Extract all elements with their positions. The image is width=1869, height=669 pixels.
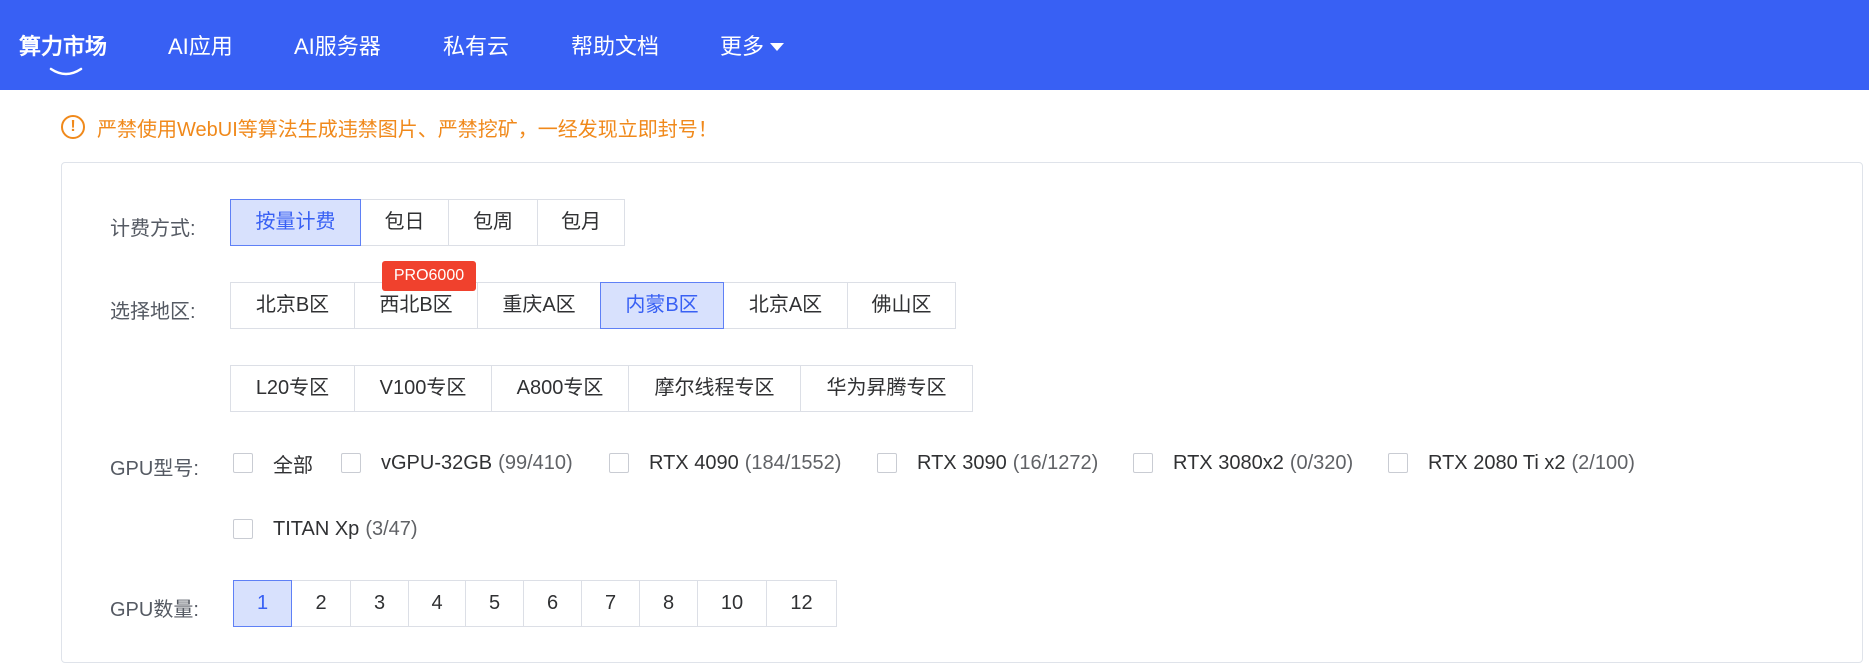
gpu-model-name: vGPU-32GB [381, 451, 493, 474]
gpu-model-checkbox-vgpu-32gb[interactable]: vGPU-32GB (99/410) [341, 448, 573, 478]
gpu-model-name: RTX 4090 [649, 451, 739, 474]
gpu-count-options: 1 2 3 4 5 6 7 8 10 12 [233, 580, 837, 627]
gpu-model-name: TITAN Xp [273, 517, 360, 540]
region-option-a800[interactable]: A800专区 [491, 365, 628, 412]
gpu-count-option-12[interactable]: 12 [766, 580, 837, 627]
region-option-l20[interactable]: L20专区 [230, 365, 354, 412]
gpu-count-option-8[interactable]: 8 [639, 580, 697, 627]
region-options-row1: 北京B区 西北B区 重庆A区 内蒙B区 北京A区 佛山区 [230, 282, 956, 329]
gpu-count-option-7[interactable]: 7 [581, 580, 639, 627]
billing-option-weekly[interactable]: 包周 [448, 199, 537, 246]
nav-item-label: 更多 [720, 34, 765, 59]
gpu-count-option-5[interactable]: 5 [465, 580, 523, 627]
nav-item-label: 私有云 [443, 34, 510, 59]
region-badge: PRO6000 [382, 261, 476, 291]
gpu-count-option-2[interactable]: 2 [292, 580, 350, 627]
region-option-chongqing-a[interactable]: 重庆A区 [477, 282, 600, 329]
gpu-model-availability: (3/47) [365, 517, 418, 540]
gpu-model-checkbox-all[interactable]: 全部 [233, 448, 313, 478]
region-option-v100[interactable]: V100专区 [354, 365, 491, 412]
gpu-model-name: RTX 3080x2 [1173, 451, 1284, 474]
nav-item-more[interactable]: 更多 [720, 0, 785, 90]
nav-item-ai-servers[interactable]: AI服务器 [294, 0, 381, 90]
nav-item-private-cloud[interactable]: 私有云 [443, 0, 509, 90]
region-label: 选择地区: [110, 301, 196, 323]
gpu-model-name: RTX 2080 Ti x2 [1428, 451, 1566, 474]
billing-options: 按量计费 包日 包周 包月 [230, 199, 625, 246]
gpu-model-availability: (16/1272) [1012, 451, 1099, 474]
gpu-model-checkbox-rtx-2080ti-x2[interactable]: RTX 2080 Ti x2 (2/100) [1388, 448, 1635, 478]
region-option-beijing-b[interactable]: 北京B区 [230, 282, 354, 329]
nav-item-compute-market[interactable]: 算力市场 [19, 0, 107, 90]
gpu-model-name: 全部 [273, 454, 313, 477]
billing-label: 计费方式: [110, 218, 196, 240]
nav-item-label: AI服务器 [294, 34, 381, 59]
gpu-model-label: GPU型号: [110, 458, 199, 480]
warning-text: 严禁使用WebUI等算法生成违禁图片、严禁挖矿，一经发现立即封号！ [97, 118, 718, 141]
billing-option-daily[interactable]: 包日 [361, 199, 448, 246]
region-option-foshan[interactable]: 佛山区 [847, 282, 956, 329]
gpu-model-availability: (2/100) [1571, 451, 1635, 474]
gpu-count-label: GPU数量: [110, 599, 199, 621]
billing-option-pay-as-you-go[interactable]: 按量计费 [230, 199, 361, 246]
region-option-beijing-a[interactable]: 北京A区 [724, 282, 847, 329]
gpu-model-name: RTX 3090 [917, 451, 1007, 474]
gpu-model-checkbox-rtx-3090[interactable]: RTX 3090 (16/1272) [877, 448, 1098, 478]
checkbox-icon[interactable] [1133, 453, 1153, 473]
region-option-moore-threads[interactable]: 摩尔线程专区 [628, 365, 800, 412]
nav-item-help-docs[interactable]: 帮助文档 [571, 0, 659, 90]
nav-item-label: 算力市场 [19, 34, 108, 59]
checkbox-icon[interactable] [233, 519, 253, 539]
gpu-model-checkbox-rtx-3080x2[interactable]: RTX 3080x2 (0/320) [1133, 448, 1353, 478]
nav-item-label: 帮助文档 [571, 34, 660, 59]
checkbox-icon[interactable] [1388, 453, 1408, 473]
gpu-count-option-3[interactable]: 3 [350, 580, 408, 627]
warning-notice: ! 严禁使用WebUI等算法生成违禁图片、严禁挖矿，一经发现立即封号！ [61, 113, 718, 141]
gpu-model-availability: (184/1552) [744, 451, 842, 474]
checkbox-icon[interactable] [877, 453, 897, 473]
gpu-model-checkbox-titan-xp[interactable]: TITAN Xp (3/47) [233, 514, 418, 544]
gpu-count-option-1[interactable]: 1 [233, 580, 292, 627]
checkbox-icon[interactable] [233, 453, 253, 473]
nav-item-label: AI应用 [168, 34, 233, 59]
gpu-model-checkbox-rtx-4090[interactable]: RTX 4090 (184/1552) [609, 448, 841, 478]
gpu-count-option-4[interactable]: 4 [408, 580, 465, 627]
gpu-count-option-10[interactable]: 10 [697, 580, 766, 627]
gpu-model-availability: (0/320) [1289, 451, 1354, 474]
region-option-huawei-ascend[interactable]: 华为昇腾专区 [800, 365, 973, 412]
nav-item-ai-apps[interactable]: AI应用 [168, 0, 233, 90]
checkbox-icon[interactable] [341, 453, 361, 473]
billing-option-monthly[interactable]: 包月 [537, 199, 625, 246]
checkbox-icon[interactable] [609, 453, 629, 473]
gpu-count-option-6[interactable]: 6 [523, 580, 581, 627]
region-option-neimeng-b[interactable]: 内蒙B区 [600, 282, 724, 329]
gpu-model-availability: (99/410) [498, 451, 573, 474]
region-options-row2: L20专区 V100专区 A800专区 摩尔线程专区 华为昇腾专区 [230, 365, 973, 412]
caret-down-icon [770, 43, 785, 51]
top-nav-bar: 算力市场 AI应用 AI服务器 私有云 帮助文档 更多 [0, 0, 1869, 90]
warning-circle-icon: ! [61, 115, 85, 139]
active-tab-smile-icon [49, 67, 83, 76]
